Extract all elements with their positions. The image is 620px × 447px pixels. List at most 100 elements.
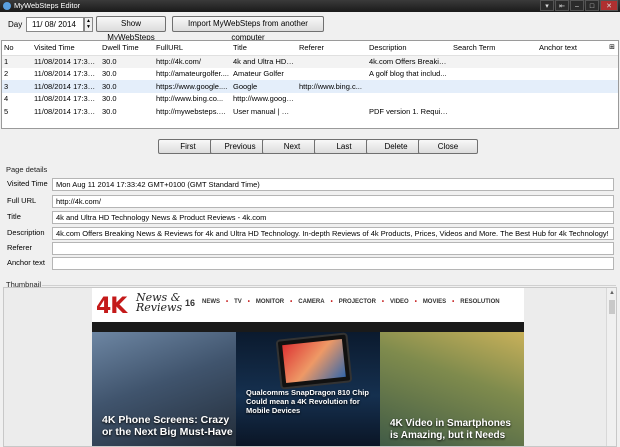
site-nav-item: VIDEO	[390, 299, 409, 305]
cell	[367, 80, 451, 93]
cell	[537, 105, 618, 118]
site-nav: NEWS • TV • MONITOR • CAMERA • PROJECTOR • VI…	[202, 299, 500, 305]
window-title: MyWebSteps Editor	[14, 1, 81, 10]
referer-field[interactable]	[52, 242, 614, 255]
headline-line: 4K Video in Smartphones	[390, 418, 511, 429]
table-header-row: No Visited Time Dwell Time FullURL Title…	[2, 41, 618, 56]
column-header[interactable]: Search Term	[451, 41, 537, 56]
site-nav-item: CAMERA	[298, 299, 325, 305]
title-label: Title	[7, 212, 21, 221]
import-button[interactable]: Import MyWebSteps from another computer	[172, 16, 324, 42]
table-row-selected[interactable]: 3 11/08/2014 17:33:03 30.0 https://www.g…	[2, 80, 618, 93]
cell: 11/08/2014 17:33:03	[32, 80, 100, 93]
cell	[451, 68, 537, 81]
previous-button[interactable]: Previous	[210, 139, 270, 154]
table-row[interactable]: 5 11/08/2014 17:32:22 30.0 http://mywebs…	[2, 105, 618, 118]
column-header[interactable]: Description	[367, 41, 451, 56]
anchor-text-field[interactable]	[52, 257, 614, 270]
site-logo-4k: 4K	[96, 294, 127, 319]
column-header[interactable]: Anchor text	[537, 41, 618, 56]
description-field[interactable]: 4k.com Offers Breaking News & Reviews fo…	[52, 227, 614, 240]
close-icon[interactable]: ✕	[600, 0, 618, 11]
close-button[interactable]: Close	[418, 139, 478, 154]
table-row[interactable]: 2 11/08/2014 17:33:12 30.0 http://amateu…	[2, 68, 618, 81]
column-header[interactable]: Referer	[297, 41, 367, 56]
cell: 2	[4, 69, 9, 79]
cell: 30.0	[102, 106, 117, 116]
column-header[interactable]: Title	[231, 41, 297, 56]
day-label: Day	[8, 20, 23, 29]
cell: 30.0	[102, 69, 117, 79]
site-nav-item: NEWS	[202, 299, 220, 305]
cell: PDF version 1. Require...	[369, 106, 451, 116]
cell: 1	[2, 55, 32, 68]
headline-line: Mobile Devices	[246, 406, 301, 415]
minimize-icon[interactable]: –	[570, 0, 584, 11]
cell	[367, 93, 451, 106]
column-header[interactable]: Dwell Time	[100, 41, 154, 56]
logo-reviews-text: Reviews	[136, 301, 183, 314]
spin-down-icon[interactable]: ▼	[85, 24, 92, 30]
article-headline: 4K Video in Smartphones is Amazing, but …	[390, 418, 511, 442]
next-button[interactable]: Next	[262, 139, 322, 154]
delete-button[interactable]: Delete	[366, 139, 426, 154]
cell: 30.0	[102, 94, 117, 104]
page-details-label: Page details	[6, 165, 48, 174]
title-field[interactable]: 4k and Ultra HD Technology News & Produc…	[52, 211, 614, 224]
date-picker[interactable]: 11/ 08/ 2014	[26, 17, 84, 32]
show-mywebsteps-button[interactable]: Show MyWebSteps	[96, 16, 166, 42]
cell: Google	[231, 80, 297, 93]
column-chooser-icon[interactable]: ⊞	[609, 43, 615, 51]
cell: 4k and Ultra HD T...	[231, 55, 297, 68]
article-headline: Qualcomms SnapDragon 810 Chip Could mean…	[246, 388, 369, 415]
menu-icon[interactable]: ▾	[540, 0, 554, 11]
visited-time-field[interactable]: Mon Aug 11 2014 17:33:42 GMT+0100 (GMT S…	[52, 178, 614, 191]
table-row[interactable]: 4 11/08/2014 17:32:58 30.0 http://www.bi…	[2, 93, 618, 106]
date-spinner[interactable]: ▲ ▼	[84, 17, 93, 32]
cell: http://mywebsteps.w...	[156, 106, 230, 116]
websteps-table[interactable]: ⊞ No Visited Time Dwell Time FullURL Tit…	[1, 40, 619, 129]
column-header[interactable]: No	[2, 41, 32, 56]
maximize-icon[interactable]: □	[585, 0, 599, 11]
table-row[interactable]: 1 11/08/2014 17:33:42 30.0 http://4k.com…	[2, 55, 618, 68]
cell: http://4k.com/	[154, 55, 231, 68]
cell	[297, 68, 367, 81]
thumbnail-preview: 4K News & Reviews 16 NEWS • TV • MONITOR • …	[3, 287, 617, 447]
site-nav-item: TV	[234, 299, 242, 305]
site-dark-bar	[92, 322, 524, 332]
article-headline: 4K Phone Screens: Crazy or the Next Big …	[102, 414, 233, 438]
scroll-thumb[interactable]	[609, 300, 615, 314]
full-url-field[interactable]: http://4k.com/	[52, 195, 614, 208]
cell: http://www.google.com...	[233, 94, 297, 104]
anchor-text-label: Anchor text	[7, 258, 45, 267]
thumbnail-scrollbar[interactable]: ▲	[606, 288, 616, 446]
last-button[interactable]: Last	[314, 139, 374, 154]
back-icon[interactable]: ⇤	[555, 0, 569, 11]
cell	[297, 105, 367, 118]
cell: Amateur Golfer	[233, 69, 284, 79]
cell: 11/08/2014 17:32:58	[34, 94, 100, 104]
site-screenshot: 4K News & Reviews 16 NEWS • TV • MONITOR • …	[92, 288, 524, 446]
cell	[297, 93, 367, 106]
cell	[537, 93, 618, 106]
cell: http://www.bing.co...	[156, 94, 224, 104]
full-url-label: Full URL	[7, 196, 37, 205]
column-header[interactable]: Visited Time	[32, 41, 100, 56]
cell: 30.0	[100, 55, 154, 68]
cell: http://amateurgolfer....	[156, 69, 229, 79]
headline-line: 4K Phone Screens: Crazy	[102, 414, 230, 426]
headline-line: or the Next Big Must-Have	[102, 426, 233, 438]
headline-line: Could mean a 4K Revolution for	[246, 397, 360, 406]
article-tile: 4K Phone Screens: Crazy or the Next Big …	[92, 332, 236, 446]
window-controls: ▾ ⇤ – □ ✕	[540, 0, 618, 12]
site-logo-number: 16	[185, 298, 196, 308]
cell: 11/08/2014 17:33:42	[32, 55, 100, 68]
scroll-up-icon[interactable]: ▲	[609, 290, 615, 296]
cell	[451, 55, 537, 68]
cell	[537, 68, 618, 81]
cell	[537, 55, 618, 68]
tablet-image	[275, 332, 353, 390]
column-header[interactable]: FullURL	[154, 41, 231, 56]
first-button[interactable]: First	[158, 139, 218, 154]
referer-label: Referer	[7, 243, 33, 252]
